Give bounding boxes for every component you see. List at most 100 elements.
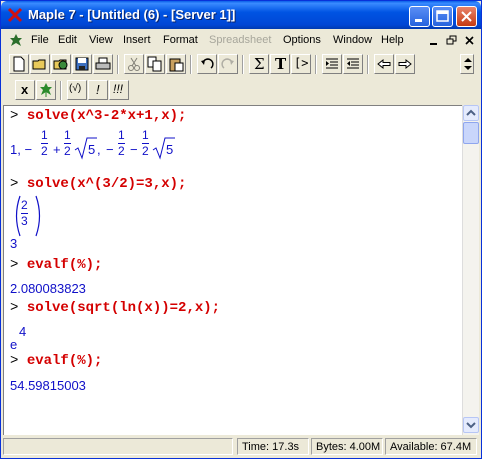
execute-button[interactable]: !: [88, 80, 108, 100]
menu-file[interactable]: File: [31, 34, 49, 46]
paste-button[interactable]: [166, 54, 186, 74]
paste-icon: [169, 58, 184, 72]
text-mode-button[interactable]: T: [270, 54, 290, 74]
execute-all-button[interactable]: !!!: [109, 80, 129, 100]
maple-window: Maple 7 - [Untitled (6) - [Server 1]] Fi…: [0, 0, 482, 459]
prompt: >: [10, 353, 19, 369]
cut-button[interactable]: [124, 54, 144, 74]
minimize-button[interactable]: [409, 6, 430, 27]
copy-icon: [147, 56, 162, 72]
command-1: solve(x^3-2*x+1,x);: [26, 108, 187, 124]
command-3: evalf(%);: [26, 257, 103, 273]
redo-button[interactable]: [218, 54, 238, 74]
insert-prompt-button[interactable]: [>: [291, 54, 311, 74]
x-label: x: [21, 82, 29, 97]
text-mode-label: T: [275, 55, 287, 73]
close-button[interactable]: [456, 6, 477, 27]
output-5: 54.59815003: [10, 378, 86, 393]
menu-format[interactable]: Format: [163, 34, 198, 46]
scroll-down-button[interactable]: [463, 417, 479, 433]
open-url-button[interactable]: [51, 54, 71, 74]
close-icon: [461, 11, 472, 22]
vertical-scrollbar[interactable]: [462, 105, 479, 435]
input-line-2[interactable]: > solve(x^(3/2)=3,x);: [10, 176, 186, 192]
toolbar-scroll-button[interactable]: [460, 54, 474, 74]
status-message: [3, 438, 233, 455]
save-icon: [75, 57, 89, 71]
evaluate-button[interactable]: (√): [67, 80, 87, 100]
prompt: >: [10, 108, 19, 124]
fraction: 12: [64, 128, 71, 158]
document-icon[interactable]: [8, 33, 24, 49]
fraction: 12: [41, 128, 48, 158]
toggle-input-button[interactable]: x: [15, 80, 35, 100]
undo-button[interactable]: [197, 54, 217, 74]
fraction: 12: [142, 128, 149, 158]
output-2-base: 3: [10, 236, 18, 251]
mdi-restore-icon[interactable]: [445, 34, 459, 47]
forward-button[interactable]: [395, 54, 415, 74]
command-5: evalf(%);: [26, 353, 103, 369]
output-4-base: e: [10, 337, 18, 352]
new-button[interactable]: [9, 54, 29, 74]
print-button[interactable]: [93, 54, 113, 74]
insert-sum-button[interactable]: Σ: [249, 54, 269, 74]
exponent-fraction: 23: [21, 198, 28, 228]
save-button[interactable]: [72, 54, 92, 74]
chevron-down-icon: [466, 422, 476, 429]
menu-options[interactable]: Options: [283, 34, 321, 46]
menu-spreadsheet[interactable]: Spreadsheet: [209, 34, 271, 46]
maple-leaf-button[interactable]: [36, 80, 56, 100]
status-available: Available: 67.4M: [385, 438, 477, 455]
eval-label: (√): [69, 83, 82, 94]
context-toolbar: x (√) ! !!!: [3, 78, 479, 103]
input-line-4[interactable]: > solve(sqrt(ln(x))=2,x);: [10, 300, 220, 316]
mdi-close-icon[interactable]: [463, 34, 477, 47]
menu-edit[interactable]: Edit: [58, 34, 77, 46]
status-bytes: Bytes: 4.00M: [311, 438, 383, 455]
input-line-1[interactable]: > solve(x^3-2*x+1,x);: [10, 108, 186, 124]
parentheses: [15, 195, 41, 237]
main-toolbar: Σ T [>: [3, 52, 479, 77]
sqrt-radicand: 5: [166, 142, 174, 157]
input-line-5[interactable]: > evalf(%);: [10, 353, 102, 369]
output-3: 2.080083823: [10, 281, 86, 296]
exec-label: [>: [294, 56, 309, 70]
title-bar[interactable]: Maple 7 - [Untitled (6) - [Server 1]]: [1, 1, 481, 29]
indent-icon: [326, 58, 338, 69]
scroll-up-button[interactable]: [463, 105, 479, 121]
arrow-right-icon: [398, 58, 412, 70]
prompt: >: [10, 176, 19, 192]
minus-sign: −: [130, 142, 138, 157]
command-2: solve(x^(3/2)=3,x);: [26, 176, 187, 192]
scroll-arrows-icon: [464, 58, 472, 70]
comma: ,: [97, 142, 101, 157]
plus-sign: +: [53, 142, 61, 157]
open-button[interactable]: [30, 54, 50, 74]
prompt: >: [10, 300, 19, 316]
back-button[interactable]: [374, 54, 394, 74]
worksheet[interactable]: > solve(x^3-2*x+1,x); 1, − 12 + 12 5 , −…: [3, 105, 462, 435]
minus-sign: −: [106, 142, 114, 157]
menu-insert[interactable]: Insert: [123, 34, 151, 46]
output-1-lead: 1, −: [10, 142, 33, 157]
input-line-3[interactable]: > evalf(%);: [10, 257, 102, 273]
redo-icon: [221, 58, 234, 69]
menu-view[interactable]: View: [89, 34, 113, 46]
copy-button[interactable]: [145, 54, 165, 74]
mdi-minimize-icon[interactable]: [427, 34, 441, 47]
command-4: solve(sqrt(ln(x))=2,x);: [26, 300, 221, 316]
menu-help[interactable]: Help: [381, 34, 404, 46]
scissors-icon: [128, 57, 140, 71]
outdent-button[interactable]: [343, 54, 363, 74]
status-time: Time: 17.3s: [237, 438, 309, 455]
indent-button[interactable]: [322, 54, 342, 74]
print-icon: [95, 57, 111, 70]
status-bar: Time: 17.3s Bytes: 4.00M Available: 67.4…: [3, 437, 479, 457]
menu-window[interactable]: Window: [333, 34, 372, 46]
open-url-icon: [53, 59, 68, 70]
bangs-label: !!!: [113, 82, 124, 96]
scroll-thumb[interactable]: [463, 122, 479, 144]
menu-bar: File Edit View Insert Format Spreadsheet…: [3, 31, 479, 51]
maximize-button[interactable]: [432, 6, 453, 27]
